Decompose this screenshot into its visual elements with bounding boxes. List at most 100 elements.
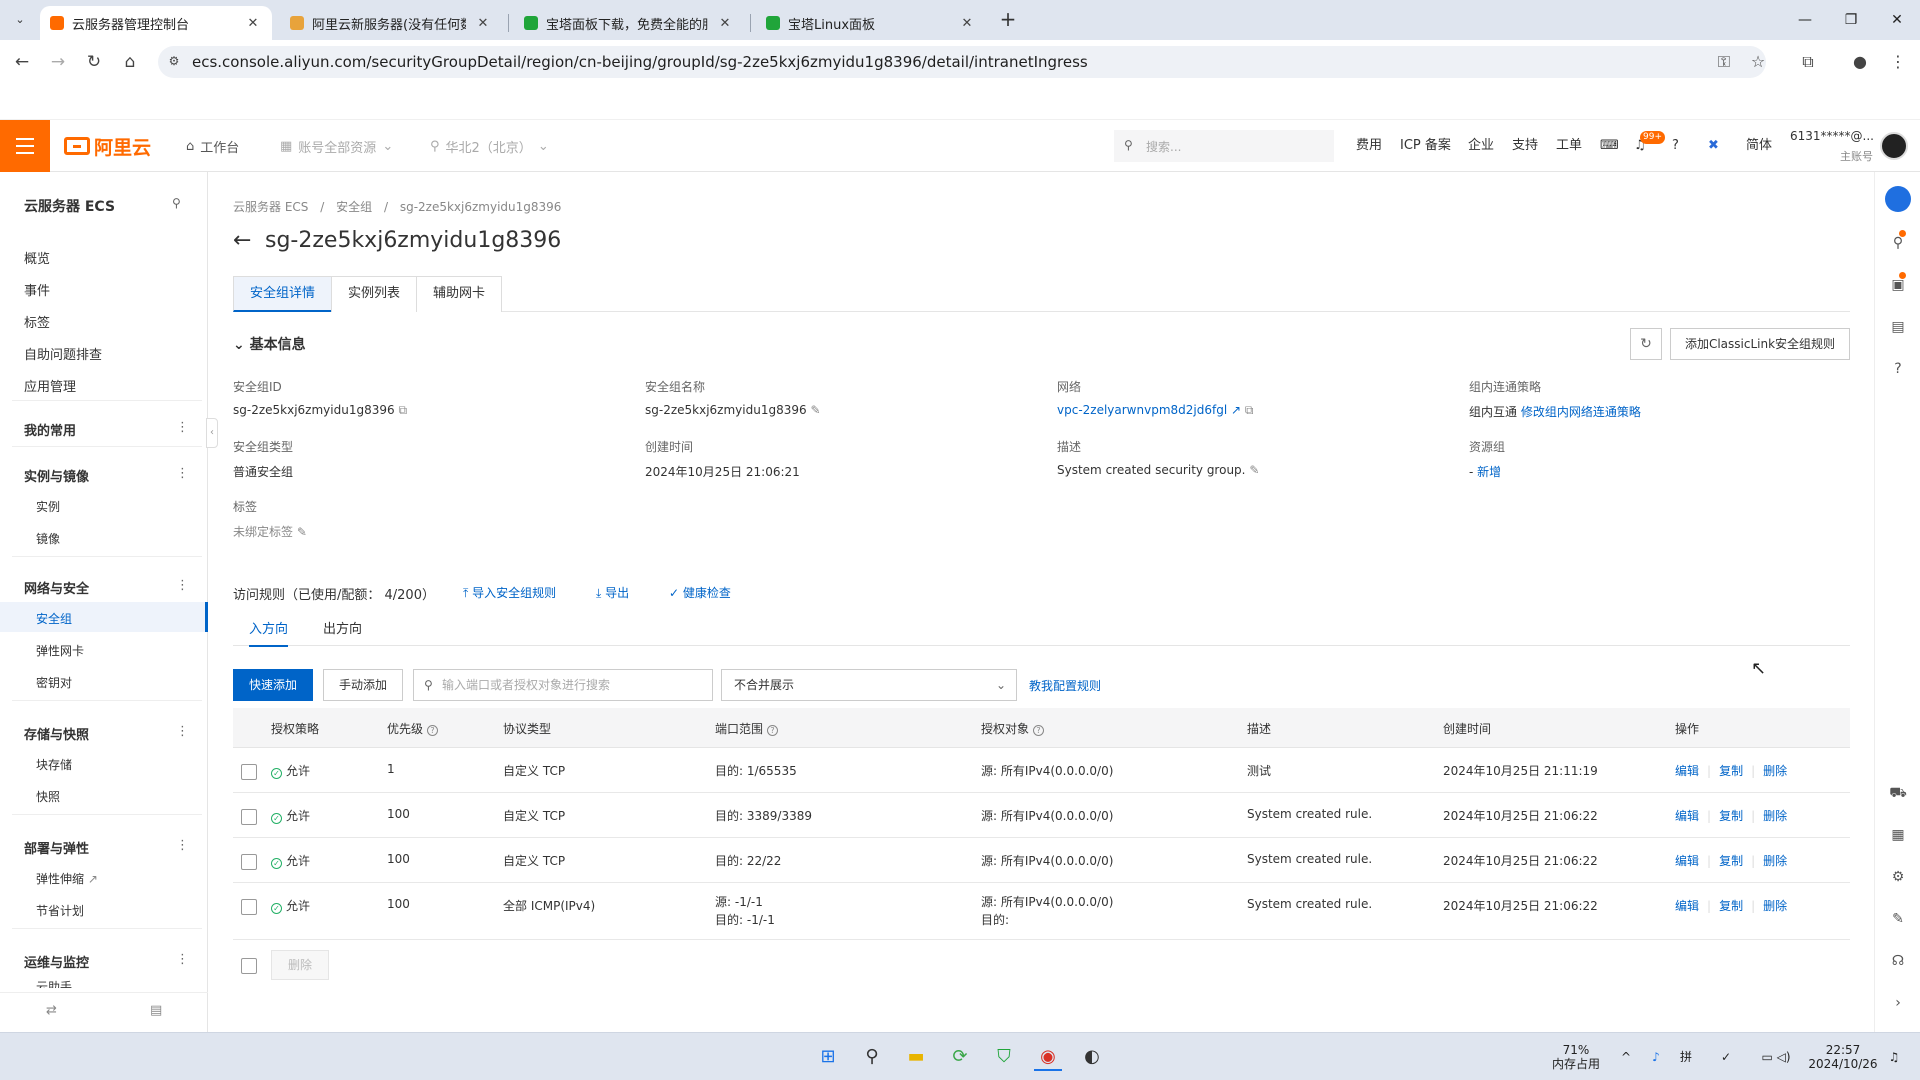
sidebar-item-keypair[interactable]: 密钥对 (36, 674, 72, 691)
delete-link[interactable]: 删除 (1763, 809, 1787, 823)
network-volume-icon[interactable]: ▭ ◁) (1756, 1033, 1796, 1080)
import-rules-link[interactable]: ⤒ 导入安全组规则 (463, 586, 574, 600)
edit-link[interactable]: 编辑 (1675, 854, 1699, 868)
modify-policy-link[interactable]: 修改组内网络连通策略 (1521, 405, 1641, 419)
memory-usage[interactable]: 71% 内存占用 (1548, 1033, 1604, 1080)
row-checkbox[interactable] (241, 899, 257, 915)
help-icon[interactable]: ? (1889, 360, 1907, 378)
sidebar-group-network[interactable]: 网络与安全 (24, 578, 89, 597)
cloud-shell-icon[interactable]: ⌨ (1600, 120, 1619, 172)
help-circle-icon[interactable]: ? (767, 725, 779, 736)
nav-link-support[interactable]: 支持 (1512, 120, 1538, 172)
sidebar-item-snapshot[interactable]: 快照 (36, 788, 60, 805)
sidebar-group-instances[interactable]: 实例与镜像 (24, 466, 89, 485)
batch-delete-button[interactable]: 删除 (271, 950, 329, 980)
teach-config-link[interactable]: 教我配置规则 (1029, 677, 1101, 694)
refresh-app-icon[interactable]: ⟳ (946, 1043, 974, 1071)
close-tab-icon[interactable]: ✕ (716, 16, 734, 31)
tray-expand-icon[interactable]: ^ (1616, 1033, 1636, 1080)
browser-tab-active[interactable]: 云服务器管理控制台 ✕ (40, 6, 272, 40)
extensions-puzzle-icon[interactable]: ⧉ (1796, 50, 1820, 74)
notification-bell-icon[interactable]: ♫ (1634, 120, 1646, 172)
tab-instance-list[interactable]: 实例列表 (331, 276, 418, 312)
sidebar-group-favorites[interactable]: 我的常用 (24, 420, 76, 439)
nav-link-ticket[interactable]: 工单 (1556, 120, 1582, 172)
workbench-link[interactable]: ⌂ 工作台 (186, 120, 239, 172)
profile-icon[interactable]: ● (1848, 50, 1872, 74)
copy-link[interactable]: 复制 (1719, 854, 1743, 868)
delete-link[interactable]: 删除 (1763, 854, 1787, 868)
app-icon[interactable]: ◐ (1078, 1043, 1106, 1071)
close-tab-icon[interactable]: ✕ (474, 16, 492, 31)
tab-sg-detail[interactable]: 安全组详情 (233, 276, 333, 312)
breadcrumb-security-group[interactable]: 安全组 (336, 200, 372, 214)
minimize-icon[interactable]: — (1782, 0, 1828, 40)
url-text[interactable]: ecs.console.aliyun.com/securityGroupDeta… (192, 53, 1088, 71)
microphone-icon[interactable]: ♪ (1646, 1033, 1666, 1080)
row-checkbox[interactable] (241, 854, 257, 870)
help-circle-icon[interactable]: ? (1033, 725, 1045, 736)
tab-secondary-eni[interactable]: 辅助网卡 (416, 276, 503, 312)
sidebar-item-troubleshoot[interactable]: 自助问题排查 (24, 344, 102, 363)
nav-link-enterprise[interactable]: 企业 (1468, 120, 1494, 172)
health-check-link[interactable]: ✓ 健康检查 (669, 586, 749, 600)
search-icon[interactable]: ⚲ (858, 1043, 886, 1071)
tab-inbound[interactable]: 入方向 (249, 618, 289, 647)
more-dots-icon[interactable]: ⋮ (176, 724, 189, 739)
close-window-icon[interactable]: ✕ (1874, 0, 1920, 40)
address-bar[interactable]: ⚙ ecs.console.aliyun.com/securityGroupDe… (158, 46, 1766, 78)
calculator-icon[interactable]: ▦ (1889, 826, 1907, 844)
more-dots-icon[interactable]: ⋮ (176, 420, 189, 435)
menu-hamburger-icon[interactable] (0, 120, 50, 172)
row-checkbox[interactable] (241, 764, 257, 780)
account-scope-dropdown[interactable]: ▦ 账号全部资源 ⌄ (280, 120, 393, 172)
help-icon[interactable]: ? (1672, 120, 1679, 172)
aliyun-logo[interactable]: 阿里云 (64, 134, 151, 159)
assistant-orb-icon[interactable] (1885, 186, 1911, 212)
check-icon[interactable]: ✓ (1716, 1033, 1736, 1080)
vpc-link[interactable]: vpc-2zelyarwnvpm8d2jd6fgl (1057, 403, 1227, 417)
row-checkbox[interactable] (241, 809, 257, 825)
avatar[interactable] (1880, 132, 1908, 160)
browser-tab[interactable]: 宝塔Linux面板 ✕ (756, 6, 986, 40)
sidebar-item-cloud-assistant[interactable]: 云助手 (36, 978, 72, 988)
manual-add-button[interactable]: 手动添加 (323, 669, 403, 701)
home-icon[interactable]: ⌂ (118, 50, 142, 74)
back-arrow-icon[interactable]: ← (10, 50, 34, 74)
sidebar-item-autoscaling[interactable]: 弹性伸缩 ↗ (36, 870, 98, 887)
more-dots-icon[interactable]: ⋮ (176, 838, 189, 853)
ai-assistant-icon[interactable]: ✖ (1708, 120, 1719, 172)
edit-pencil-icon[interactable]: ✎ (810, 403, 820, 417)
sidebar-group-storage[interactable]: 存储与快照 (24, 724, 89, 743)
language-switch[interactable]: 简体 (1746, 120, 1772, 172)
copy-link[interactable]: 复制 (1719, 899, 1743, 913)
sidebar-group-ops[interactable]: 运维与监控 (24, 952, 89, 971)
site-info-icon[interactable]: ⚙ (166, 54, 182, 70)
edit-link[interactable]: 编辑 (1675, 899, 1699, 913)
sidebar-item-security-group[interactable]: 安全组 (36, 610, 72, 627)
sidebar-item-app-management[interactable]: 应用管理 (24, 376, 76, 395)
back-arrow-icon[interactable]: ← (233, 228, 251, 253)
close-tab-icon[interactable]: ✕ (958, 16, 976, 31)
clock[interactable]: 22:57 2024/10/26 (1808, 1033, 1878, 1080)
basic-info-toggle[interactable]: ⌄ 基本信息 (233, 334, 306, 354)
close-tab-icon[interactable]: ✕ (244, 16, 262, 31)
sidebar-item-block-storage[interactable]: 块存储 (36, 756, 72, 773)
cart-icon[interactable]: ⛟ (1889, 784, 1907, 802)
more-dots-icon[interactable]: ⋮ (176, 578, 189, 593)
account-name[interactable]: 6131*****@... (1790, 129, 1874, 143)
export-link[interactable]: ⤓ 导出 (596, 586, 647, 600)
sidebar-search-icon[interactable]: ⚲ (172, 196, 181, 210)
sidebar-item-overview[interactable]: 概览 (24, 248, 50, 267)
sidebar-item-eni[interactable]: 弹性网卡 (36, 642, 84, 659)
forward-arrow-icon[interactable]: → (46, 50, 70, 74)
more-dots-icon[interactable]: ⋮ (176, 952, 189, 967)
refresh-button[interactable]: ↻ (1630, 328, 1662, 360)
copy-link[interactable]: 复制 (1719, 809, 1743, 823)
nav-link-billing[interactable]: 费用 (1356, 120, 1382, 172)
edit-pencil-icon[interactable]: ✎ (1249, 463, 1259, 477)
copy-icon[interactable]: ⧉ (398, 403, 407, 417)
edit-pencil-icon[interactable]: ✎ (297, 525, 307, 539)
sidebar-item-image[interactable]: 镜像 (36, 530, 60, 547)
quick-add-button[interactable]: 快速添加 (233, 669, 313, 701)
